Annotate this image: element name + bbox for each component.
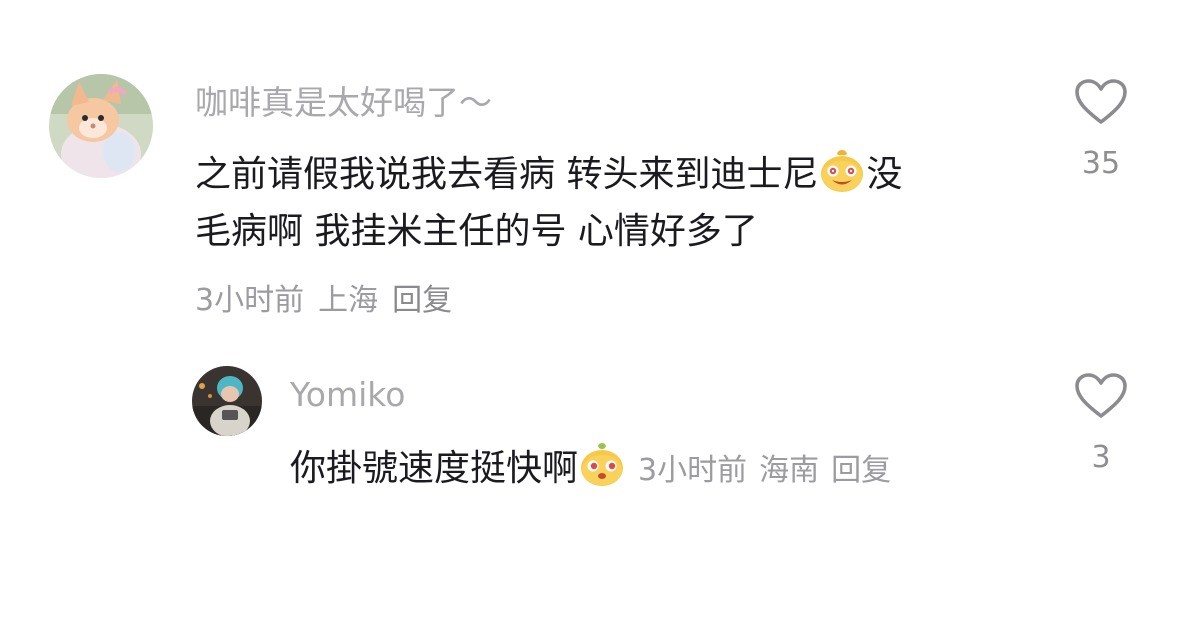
comment-section: 咖啡真是太好喝了～ 之前请假我说我去看病 转头来到迪士尼 没 毛病啊 我挂米主任… [0, 0, 1179, 636]
avatar[interactable] [49, 74, 153, 178]
comment-meta: 3小时前 上海 回复 [195, 283, 466, 319]
fox-plush-avatar-image [49, 74, 153, 178]
reply-meta: 3小时前 海南 回复 [638, 453, 891, 488]
reply-button[interactable]: 回复 [831, 453, 891, 488]
heart-icon [1075, 79, 1127, 124]
comment-time: 3小时前 [195, 283, 305, 318]
user-photo-avatar-image [192, 366, 262, 436]
reply-time: 3小时前 [638, 453, 748, 488]
like-count: 35 [1081, 146, 1121, 181]
like-count: 3 [1091, 440, 1111, 475]
like-button[interactable]: 35 [1071, 78, 1131, 182]
comment-text-part: 没 [866, 154, 903, 195]
curious-mango-emoji-icon [578, 440, 626, 488]
reply-location: 海南 [759, 453, 820, 488]
heart-icon [1075, 373, 1127, 418]
comment-username[interactable]: 咖啡真是太好喝了～ [195, 83, 492, 123]
avatar[interactable] [192, 366, 262, 436]
reply-text-line: 你掛號速度挺快啊 3小时前 海南 回复 [290, 440, 891, 491]
reply-text: 你掛號速度挺快啊 [290, 448, 579, 489]
comment-text-line-2: 毛病啊 我挂米主任的号 心情好多了 [195, 211, 758, 252]
reply-button[interactable]: 回复 [392, 283, 452, 318]
comment-text-line-1: 之前请假我说我去看病 转头来到迪士尼 没 [195, 146, 902, 195]
comment-text-part: 之前请假我说我去看病 转头来到迪士尼 [195, 154, 819, 195]
comment-location: 上海 [318, 283, 379, 318]
like-button[interactable]: 3 [1071, 372, 1131, 476]
reply-username[interactable]: Yomiko [290, 375, 405, 415]
smiling-mango-emoji-icon [818, 146, 866, 194]
